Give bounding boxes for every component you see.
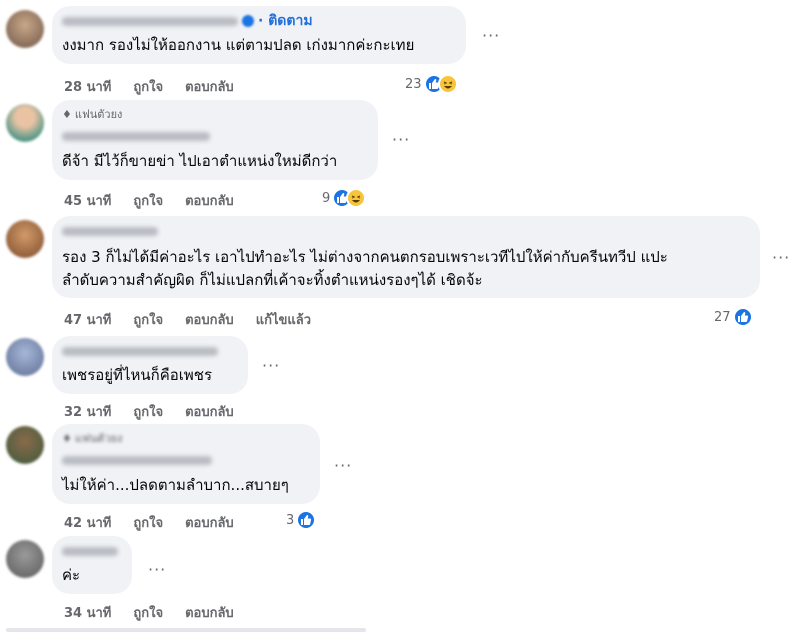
more-options-icon[interactable]: ··· <box>262 356 280 375</box>
badge-label: แฟนตัวยง <box>74 432 123 445</box>
reaction-count: 27 <box>714 309 731 325</box>
follow-link[interactable]: · ติดตาม <box>258 10 313 32</box>
comment-bubble: เพชรอยู่ที่ไหนก็คือเพชร <box>52 336 248 394</box>
like-icon <box>296 510 317 530</box>
comment-time[interactable]: 34 นาที <box>64 602 111 623</box>
like-button[interactable]: ถูกใจ <box>133 76 163 97</box>
haha-icon <box>346 188 367 208</box>
comment-actions: 47 นาที ถูกใจ ตอบกลับ แก้ไขแล้ว <box>64 309 311 330</box>
comment-text: เพชรอยู่ที่ไหนก็คือเพชร <box>62 366 212 384</box>
author-name[interactable] <box>62 346 218 356</box>
author-row: · ติดตาม <box>62 13 313 29</box>
avatar[interactable] <box>6 104 44 142</box>
comment-time[interactable]: 28 นาที <box>64 76 111 97</box>
author-row <box>62 344 218 358</box>
comment-time[interactable]: 42 นาที <box>64 512 111 533</box>
comment-bubble: ค่ะ <box>52 536 132 594</box>
comment-time[interactable]: 45 นาที <box>64 190 111 211</box>
comment-bubble: รอง 3 ก็ไม่ได้มีค่าอะไร เอาไปทำอะไร ไม่ต… <box>52 216 760 298</box>
more-options-icon[interactable]: ··· <box>148 560 166 579</box>
more-options-icon[interactable]: ··· <box>482 26 500 45</box>
reaction-summary[interactable]: 27 <box>714 307 753 327</box>
comment-text: ดีจ้า มีไว้ก็ขายข่า ไปเอาตำแหน่งใหม่ดีกว… <box>62 152 338 170</box>
author-name[interactable] <box>62 546 118 556</box>
diamond-icon: ♦ <box>62 107 72 121</box>
like-button[interactable]: ถูกใจ <box>133 512 163 533</box>
author-name[interactable] <box>62 16 238 26</box>
reply-button[interactable]: ตอบกลับ <box>185 76 234 97</box>
comment-actions: 45 นาที ถูกใจ ตอบกลับ <box>64 190 234 211</box>
author-name[interactable] <box>62 226 158 236</box>
comment-text: ไม่ให้ค่า...ปลดตามลำบาก...สบายๆ <box>62 476 289 494</box>
comment-text: งงมาก รองไม่ให้ออกงาน แต่ตามปลด เก่งมากค… <box>62 36 415 54</box>
reaction-count: 23 <box>405 76 422 92</box>
like-button[interactable]: ถูกใจ <box>133 602 163 623</box>
like-button[interactable]: ถูกใจ <box>133 309 163 330</box>
avatar[interactable] <box>6 220 44 258</box>
verified-icon <box>242 15 254 27</box>
comment-time[interactable]: 47 นาที <box>64 309 111 330</box>
top-fan-badge: ♦ แฟนตัวยง <box>62 105 122 123</box>
avatar[interactable] <box>6 10 44 48</box>
like-button[interactable]: ถูกใจ <box>133 401 163 422</box>
haha-icon <box>437 74 458 94</box>
avatar[interactable] <box>6 338 44 376</box>
reaction-count: 9 <box>322 190 331 206</box>
avatar[interactable] <box>6 426 44 464</box>
more-options-icon[interactable]: ··· <box>772 248 790 267</box>
like-icon <box>732 307 753 327</box>
comment-actions: 34 นาที ถูกใจ ตอบกลับ <box>64 602 234 623</box>
comment-text: ลำดับความสำคัญผิด ก็ไม่แปลกที่เค้าจะทิ้ง… <box>62 271 483 289</box>
comment-text: ค่ะ <box>62 566 81 584</box>
reaction-summary[interactable]: 9 <box>322 188 367 208</box>
reaction-summary[interactable]: 23 <box>405 74 458 94</box>
like-button[interactable]: ถูกใจ <box>133 190 163 211</box>
comment-time[interactable]: 32 นาที <box>64 401 111 422</box>
comment-actions: 28 นาที ถูกใจ ตอบกลับ <box>64 76 234 97</box>
reply-button[interactable]: ตอบกลับ <box>185 309 234 330</box>
comment-text: รอง 3 ก็ไม่ได้มีค่าอะไร เอาไปทำอะไร ไม่ต… <box>62 248 668 266</box>
reply-button[interactable]: ตอบกลับ <box>185 602 234 623</box>
edited-label[interactable]: แก้ไขแล้ว <box>256 309 311 330</box>
next-comment-edge <box>6 628 366 632</box>
reaction-summary[interactable]: 3 <box>286 510 317 530</box>
reaction-count: 3 <box>286 512 295 528</box>
comment-actions: 42 นาที ถูกใจ ตอบกลับ <box>64 512 234 533</box>
comment-actions: 32 นาที ถูกใจ ตอบกลับ <box>64 401 234 422</box>
author-name[interactable] <box>62 456 212 465</box>
comment-bubble: ♦ แฟนตัวยง ดีจ้า มีไว้ก็ขายข่า ไปเอาตำแห… <box>52 100 378 180</box>
top-fan-badge: ♦ แฟนตัวยง <box>62 429 122 447</box>
author-row <box>62 544 118 558</box>
diamond-icon: ♦ <box>62 431 72 445</box>
avatar[interactable] <box>6 540 44 578</box>
author-row <box>62 224 158 238</box>
badge-label: แฟนตัวยง <box>74 108 123 121</box>
author-name[interactable] <box>62 132 210 141</box>
comment-bubble: · ติดตาม งงมาก รองไม่ให้ออกงาน แต่ตามปลด… <box>52 6 466 64</box>
reply-button[interactable]: ตอบกลับ <box>185 401 234 422</box>
more-options-icon[interactable]: ··· <box>334 456 352 475</box>
reply-button[interactable]: ตอบกลับ <box>185 512 234 533</box>
more-options-icon[interactable]: ··· <box>392 130 410 149</box>
reply-button[interactable]: ตอบกลับ <box>185 190 234 211</box>
comment-bubble: ♦ แฟนตัวยง ไม่ให้ค่า...ปลดตามลำบาก...สบา… <box>52 424 320 504</box>
